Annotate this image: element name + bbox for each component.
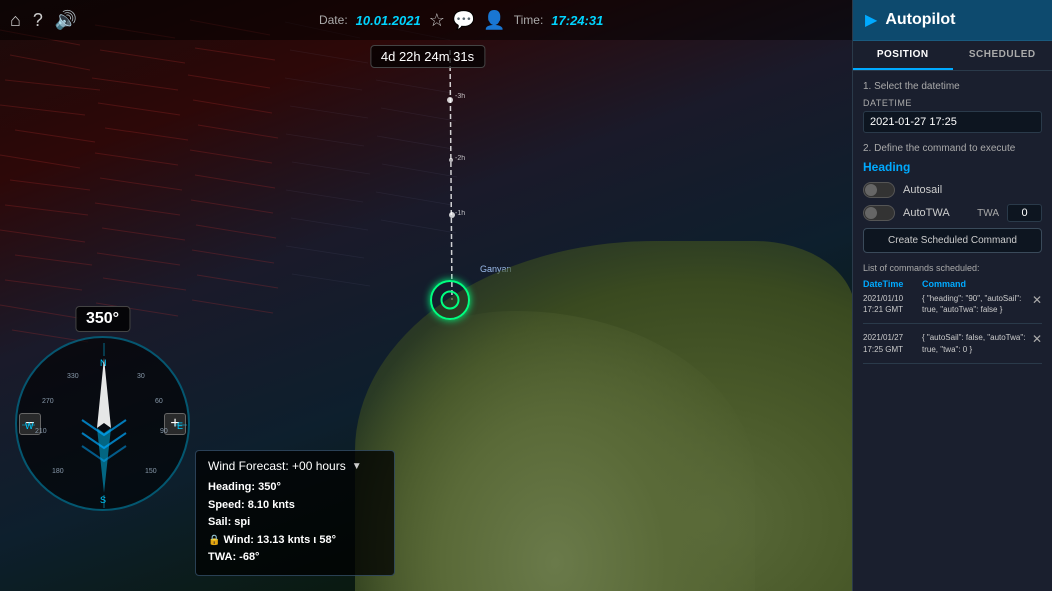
message-icon[interactable]: 💬 (453, 10, 475, 31)
command-value-0: { "heading": "90", "autoSail": true, "au… (922, 293, 1028, 315)
command-delete-0[interactable]: ✕ (1032, 293, 1042, 307)
tab-position[interactable]: POSITION (853, 41, 953, 70)
svg-text:210: 210 (35, 428, 47, 435)
autopilot-body: 1. Select the datetime Datetime 2021-01-… (853, 71, 1052, 591)
svg-text:S: S (100, 495, 106, 505)
wind-twa: TWA: -68° (208, 549, 382, 567)
eta-box: 4d 22h 24m 31s (370, 45, 485, 68)
col-command-header: Command (922, 279, 1042, 289)
svg-text:90: 90 (160, 428, 168, 435)
eta-value: 4d 22h 24m 31s (381, 49, 474, 64)
wind-heading: Heading: 350° (208, 479, 382, 497)
autopilot-tabs: POSITION SCHEDULED (853, 41, 1052, 71)
autosail-label: Autosail (903, 184, 942, 196)
svg-text:150: 150 (145, 468, 157, 475)
autopilot-header: ▶ Autopilot (853, 0, 1052, 41)
wind-info: Wind Forecast: +00 hours ▼ Heading: 350°… (195, 450, 395, 576)
volume-icon[interactable]: 🔊 (55, 10, 77, 31)
time-label: Time: (514, 13, 544, 27)
wind-wind: 🔒 Wind: 13.13 knts ι 58° (208, 532, 382, 550)
ship-target (430, 280, 470, 320)
time-value: 17:24:31 (551, 13, 603, 28)
autopilot-panel: ▶ Autopilot POSITION SCHEDULED 1. Select… (852, 0, 1052, 591)
svg-text:E: E (177, 421, 183, 431)
svg-text:W: W (25, 421, 34, 431)
wind-speed: Speed: 8.10 knts (208, 497, 382, 515)
autopilot-collapse-icon[interactable]: ▶ (865, 10, 877, 30)
tab-scheduled[interactable]: SCHEDULED (953, 41, 1052, 70)
wind-forecast-label: Wind Forecast: +00 hours (208, 459, 346, 473)
top-bar: ⌂ ? 🔊 Date: 10.01.2021 ☆ 💬 👤 Time: 17:24… (0, 0, 855, 40)
autotwa-row: AutoTWA TWA 0 (863, 204, 1042, 222)
svg-text:-3h: -3h (455, 93, 465, 100)
command-datetime-1: 2021/01/2717:25 GMT (863, 332, 918, 354)
create-command-button[interactable]: Create Scheduled Command (863, 228, 1042, 253)
command-datetime-0: 2021/01/1017:21 GMT (863, 293, 918, 315)
wind-forecast-dropdown[interactable]: Wind Forecast: +00 hours ▼ (208, 459, 382, 473)
svg-text:270: 270 (42, 398, 54, 405)
compass: 350° − + N S W E 330 30 (15, 336, 190, 511)
svg-text:-2h: -2h (455, 155, 465, 162)
commands-table-header: DateTime Command (863, 279, 1042, 289)
command-row-1: 2021/01/2717:25 GMT { "autoSail": false,… (863, 332, 1042, 363)
map-area[interactable]: -3h -2h -1h Ganyan ⌂ ? 🔊 Date: 10.01.202… (0, 0, 855, 591)
heading-label: Heading (863, 160, 1042, 174)
help-icon[interactable]: ? (33, 10, 43, 31)
step2-label: 2. Define the command to execute (863, 143, 1042, 154)
svg-text:180: 180 (52, 468, 64, 475)
date-value: 10.01.2021 (356, 13, 421, 28)
star-icon[interactable]: ☆ (429, 10, 445, 31)
svg-text:60: 60 (155, 398, 163, 405)
autotwa-toggle[interactable] (863, 205, 895, 221)
svg-text:30: 30 (137, 373, 145, 380)
twa-input[interactable]: 0 (1007, 204, 1042, 222)
svg-text:330: 330 (67, 373, 79, 380)
step1-label: 1. Select the datetime (863, 81, 1042, 92)
autotwa-label: AutoTWA (903, 207, 950, 219)
autosail-row: Autosail (863, 182, 1042, 198)
command-delete-1[interactable]: ✕ (1032, 332, 1042, 346)
datetime-value: 2021-01-27 17:25 (863, 111, 1042, 133)
commands-list-label: List of commands scheduled: (863, 263, 1042, 273)
home-icon[interactable]: ⌂ (10, 10, 21, 31)
autopilot-title: Autopilot (885, 11, 955, 29)
wind-sail: Sail: spi (208, 514, 382, 532)
command-row-0: 2021/01/1017:21 GMT { "heading": "90", "… (863, 293, 1042, 324)
datetime-label: Datetime (863, 98, 1042, 108)
command-value-1: { "autoSail": false, "autoTwa": true, "t… (922, 332, 1028, 354)
date-label: Date: (319, 13, 348, 27)
twa-label: TWA (977, 208, 999, 219)
col-datetime-header: DateTime (863, 279, 918, 289)
wind-dropdown-arrow: ▼ (352, 461, 362, 472)
svg-text:-1h: -1h (455, 210, 465, 217)
autosail-toggle[interactable] (863, 182, 895, 198)
user-icon[interactable]: 👤 (483, 10, 505, 31)
compass-heading: 350° (75, 306, 130, 332)
